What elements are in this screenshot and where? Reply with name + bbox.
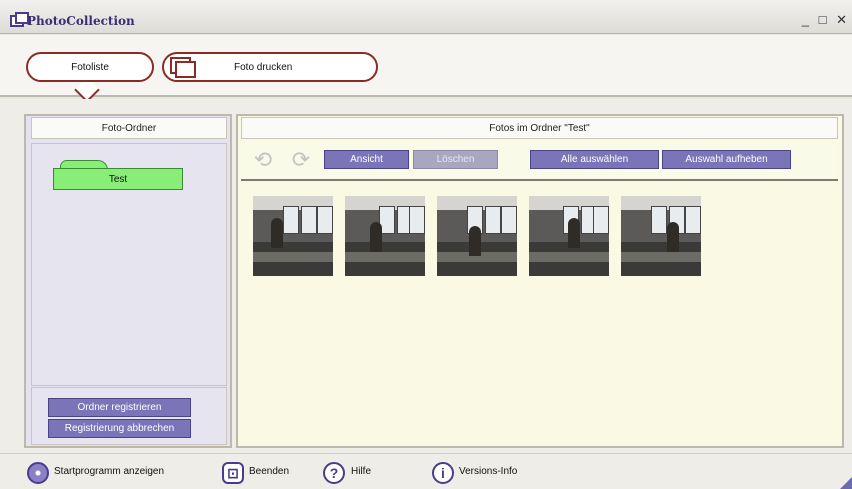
quit-icon[interactable]: ⊡ — [222, 462, 244, 484]
photo-thumbnail[interactable] — [437, 196, 517, 276]
version-info-link[interactable]: Versions-Info — [459, 466, 517, 477]
photo-thumbnail[interactable] — [529, 196, 609, 276]
info-icon[interactable]: i — [432, 462, 454, 484]
select-all-button[interactable]: Alle auswählen — [530, 150, 659, 169]
folder-item-test[interactable]: Test — [53, 168, 183, 190]
tab-foto-drucken-label: Foto drucken — [234, 61, 293, 73]
rotate-right-icon[interactable]: ⟳ — [288, 148, 314, 172]
resize-grip-icon[interactable] — [840, 477, 852, 489]
register-folder-button[interactable]: Ordner registrieren — [48, 398, 191, 417]
photo-thumbnail[interactable] — [345, 196, 425, 276]
photo-thumbnail[interactable] — [621, 196, 701, 276]
tab-fotoliste-label: Fotoliste — [71, 61, 109, 73]
window-title: PhotoCollection — [27, 14, 135, 28]
photo-panel-header: Fotos im Ordner "Test" — [241, 117, 838, 139]
folder-panel-header: Foto-Ordner — [31, 117, 227, 139]
deselect-button[interactable]: Auswahl aufheben — [662, 150, 791, 169]
app-icon — [10, 12, 29, 27]
cancel-registration-button[interactable]: Registrierung abbrechen — [48, 419, 191, 438]
help-icon[interactable]: ? — [323, 462, 345, 484]
start-program-icon[interactable] — [27, 462, 49, 484]
view-button[interactable]: Ansicht — [324, 150, 409, 169]
delete-button[interactable]: Löschen — [413, 150, 498, 169]
quit-link[interactable]: Beenden — [249, 466, 289, 477]
window-controls[interactable]: _ □ ✕ — [802, 12, 850, 28]
help-link[interactable]: Hilfe — [351, 466, 371, 477]
print-icon — [170, 57, 198, 79]
tab-fotoliste[interactable]: Fotoliste — [26, 52, 154, 82]
photo-thumbnail[interactable] — [253, 196, 333, 276]
start-program-link[interactable]: Startprogramm anzeigen — [54, 466, 164, 477]
rotate-left-icon[interactable]: ⟲ — [250, 148, 276, 172]
photo-grid — [253, 196, 833, 278]
